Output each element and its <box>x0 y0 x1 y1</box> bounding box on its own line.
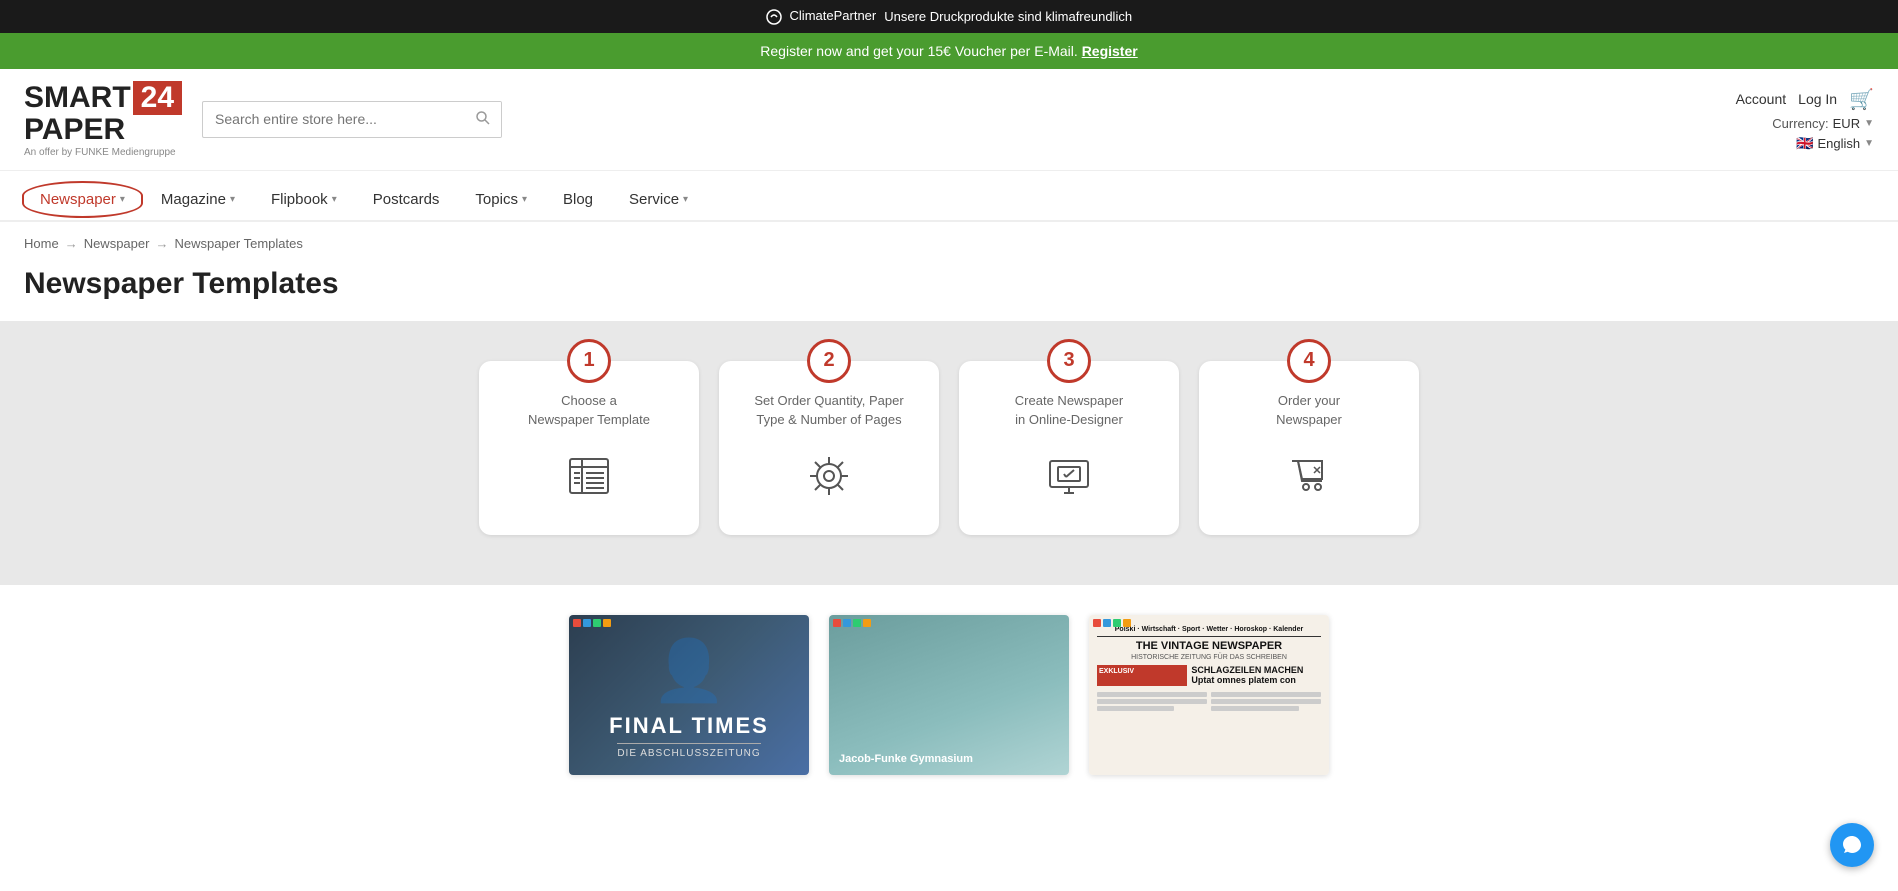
step-2-label: Set Order Quantity, PaperType & Number o… <box>739 391 919 431</box>
step-1-card: 1 Choose aNewspaper Template <box>479 361 699 535</box>
step-2-icon <box>739 451 919 510</box>
search-input[interactable] <box>203 103 465 135</box>
logo-tagline: An offer by FUNKE Mediengruppe <box>24 147 182 158</box>
template-dots-2 <box>833 619 871 627</box>
final-times-title: FINAL TIMES <box>609 713 769 739</box>
nav-topics-arrow: ▾ <box>522 194 527 205</box>
promo-text: Register now and get your 15€ Voucher pe… <box>760 43 1078 59</box>
page-title: Newspaper Templates <box>0 259 1898 321</box>
breadcrumb-current: Newspaper Templates <box>174 236 302 251</box>
top-bar-message: Unsere Druckprodukte sind klimafreundlic… <box>884 9 1132 24</box>
nav-service-arrow: ▾ <box>683 194 688 205</box>
breadcrumb: Home → Newspaper → Newspaper Templates <box>0 222 1898 259</box>
flag-icon: 🇬🇧 <box>1796 135 1813 152</box>
breadcrumb-sep-2: → <box>155 236 168 251</box>
search-button[interactable] <box>465 102 501 137</box>
step-3-label: Create Newspaperin Online-Designer <box>979 391 1159 431</box>
logo-smart: SMART <box>24 83 131 113</box>
logo-paper: PAPER <box>24 115 125 145</box>
nav-topics[interactable]: Topics ▾ <box>459 179 543 220</box>
language-arrow[interactable]: ▼ <box>1864 138 1874 149</box>
breadcrumb-home[interactable]: Home <box>24 236 59 251</box>
step-1-number: 1 <box>567 339 611 383</box>
navigation: Newspaper ▾ Magazine ▾ Flipbook ▾ Postca… <box>0 171 1898 222</box>
header-actions: Account Log In 🛒 Currency: EUR ▼ 🇬🇧 Engl… <box>1736 87 1874 152</box>
nav-postcards[interactable]: Postcards <box>357 179 456 220</box>
step-2-number: 2 <box>807 339 851 383</box>
final-times-bg: 👤 FINAL TIMES DIE ABSCHLUSSZEITUNG <box>569 615 809 775</box>
template-dots-3 <box>1093 619 1131 627</box>
currency-value[interactable]: EUR <box>1833 116 1860 131</box>
step-4-label: Order yourNewspaper <box>1219 391 1399 431</box>
language-value[interactable]: English <box>1817 136 1860 151</box>
nav-flipbook[interactable]: Flipbook ▾ <box>255 179 353 220</box>
nav-magazine[interactable]: Magazine ▾ <box>145 179 251 220</box>
climate-partner-logo: ClimatePartner <box>766 8 876 25</box>
step-3-icon <box>979 451 1159 510</box>
vintage-bg: Polski · Wirtschaft · Sport · Wetter · H… <box>1089 615 1329 775</box>
currency-arrow[interactable]: ▼ <box>1864 118 1874 129</box>
template-card-2[interactable]: Jacob-Funke Gymnasium <box>829 615 1069 775</box>
promo-bar: Register now and get your 15€ Voucher pe… <box>0 33 1898 69</box>
logo[interactable]: SMART 24 PAPER An offer by FUNKE Medieng… <box>24 81 182 158</box>
step-3-number: 3 <box>1047 339 1091 383</box>
breadcrumb-sep-1: → <box>65 236 78 251</box>
template-dots-1 <box>573 619 611 627</box>
language-row: 🇬🇧 English ▼ <box>1796 135 1874 152</box>
chat-button[interactable] <box>1830 823 1874 867</box>
vintage-title: THE VINTAGE NEWSPAPER <box>1097 640 1321 652</box>
step-2-card: 2 Set Order Quantity, PaperType & Number… <box>719 361 939 535</box>
nav-flipbook-arrow: ▾ <box>332 194 337 205</box>
nav-newspaper-arrow: ▾ <box>120 194 125 205</box>
steps-section: 1 Choose aNewspaper Template 2 Set Order… <box>0 321 1898 585</box>
step-4-icon <box>1219 451 1399 510</box>
template-card-1[interactable]: 👤 FINAL TIMES DIE ABSCHLUSSZEITUNG <box>569 615 809 775</box>
final-times-subtitle: DIE ABSCHLUSSZEITUNG <box>617 743 760 759</box>
nav-blog[interactable]: Blog <box>547 179 609 220</box>
teal-bg: Jacob-Funke Gymnasium <box>829 615 1069 775</box>
currency-row: Currency: EUR ▼ <box>1772 116 1874 131</box>
template-card-2-image: Jacob-Funke Gymnasium <box>829 615 1069 775</box>
template-card-3[interactable]: Polski · Wirtschaft · Sport · Wetter · H… <box>1089 615 1329 775</box>
top-bar: ClimatePartner Unsere Druckprodukte sind… <box>0 0 1898 33</box>
step-4-card: 4 Order yourNewspaper <box>1199 361 1419 535</box>
search-area <box>202 101 1716 138</box>
logo-24: 24 <box>133 81 182 115</box>
step-1-label: Choose aNewspaper Template <box>499 391 679 431</box>
step-4-number: 4 <box>1287 339 1331 383</box>
teal-card-label: Jacob-Funke Gymnasium <box>839 753 973 765</box>
template-card-3-image: Polski · Wirtschaft · Sport · Wetter · H… <box>1089 615 1329 775</box>
step-1-icon <box>499 451 679 510</box>
template-card-1-image: 👤 FINAL TIMES DIE ABSCHLUSSZEITUNG <box>569 615 809 775</box>
templates-section: 👤 FINAL TIMES DIE ABSCHLUSSZEITUNG Jacob… <box>0 585 1898 805</box>
header: SMART 24 PAPER An offer by FUNKE Medieng… <box>0 69 1898 171</box>
account-link[interactable]: Account <box>1736 91 1787 107</box>
nav-magazine-arrow: ▾ <box>230 194 235 205</box>
search-box[interactable] <box>202 101 502 138</box>
login-link[interactable]: Log In <box>1798 91 1837 107</box>
breadcrumb-newspaper[interactable]: Newspaper <box>84 236 150 251</box>
vintage-sub: HISTORISCHE ZEITUNG FÜR DAS SCHREIBEN <box>1097 654 1321 661</box>
step-3-card: 3 Create Newspaperin Online-Designer <box>959 361 1179 535</box>
currency-label: Currency: <box>1772 116 1828 131</box>
promo-register-link[interactable]: Register <box>1082 43 1138 59</box>
nav-newspaper[interactable]: Newspaper ▾ <box>24 179 141 220</box>
nav-service[interactable]: Service ▾ <box>613 179 704 220</box>
cart-icon[interactable]: 🛒 <box>1849 87 1874 112</box>
